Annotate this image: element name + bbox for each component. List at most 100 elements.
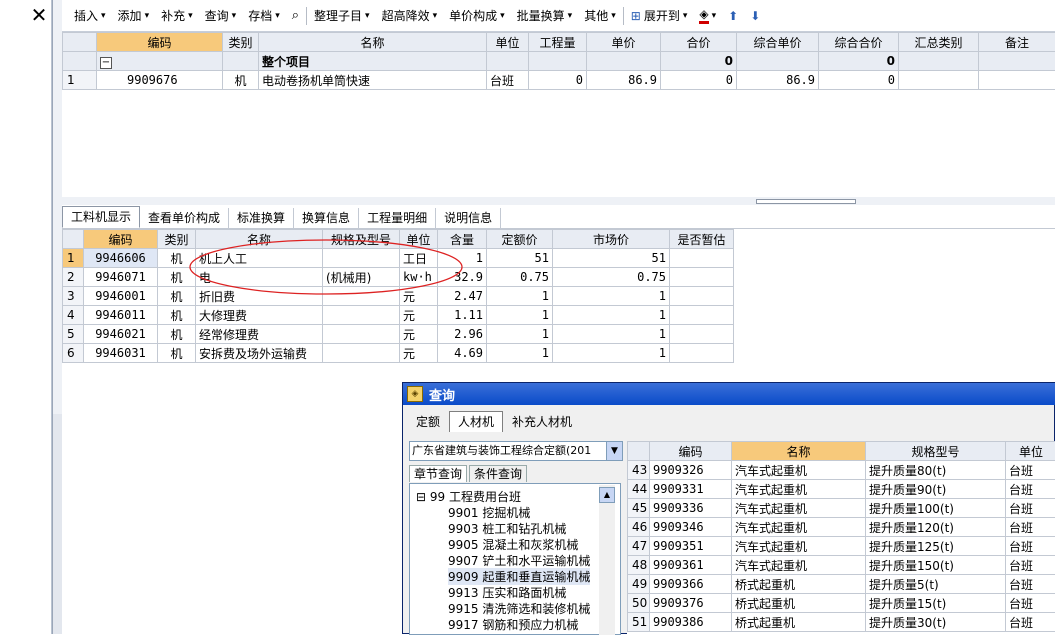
code-cell[interactable]: 9909331 [650, 480, 732, 499]
code-cell[interactable]: 9909361 [650, 556, 732, 575]
quota-price-cell[interactable]: 51 [487, 249, 553, 268]
batch-convert-menu[interactable]: 批量换算▾ [511, 5, 579, 27]
column-header[interactable]: 综合合价 [819, 33, 899, 52]
spec-cell[interactable]: 提升质量5(t) [866, 575, 1006, 594]
market-price-cell[interactable]: 51 [553, 249, 670, 268]
spec-cell[interactable] [323, 325, 400, 344]
close-icon[interactable]: ✕ [28, 4, 50, 26]
other-menu[interactable]: 其他▾ [578, 5, 622, 27]
code-cell[interactable]: 9909326 [650, 461, 732, 480]
height-reduce-menu[interactable]: 超高降效▾ [376, 5, 444, 27]
splitter-grip[interactable] [756, 199, 856, 204]
column-header[interactable]: 单位 [1006, 442, 1055, 461]
provisional-cell[interactable] [670, 249, 734, 268]
name-cell[interactable]: 汽车式起重机 [732, 518, 866, 537]
tree-collapse-icon[interactable]: ⊟ [416, 490, 426, 504]
name-cell[interactable]: 汽车式起重机 [732, 499, 866, 518]
provisional-cell[interactable] [670, 306, 734, 325]
code-cell[interactable]: 9909676 [97, 71, 223, 90]
tree-node[interactable]: 9917 钢筋和预应力机械 [448, 616, 578, 633]
table-row[interactable]: 509909376桥式起重机提升质量15(t)台班 [628, 594, 1055, 613]
tree-node[interactable]: 9903 桩工和钻孔机械 [448, 520, 566, 537]
market-price-cell[interactable]: 1 [553, 306, 670, 325]
fill-color-button[interactable]: ◈▾ [693, 5, 722, 27]
binoculars-button[interactable]: ⌕ [286, 5, 305, 27]
spec-cell[interactable]: 提升质量100(t) [866, 499, 1006, 518]
name-cell[interactable]: 汽车式起重机 [732, 480, 866, 499]
unit-cell[interactable]: 元 [400, 344, 438, 363]
quota-price-cell[interactable]: 1 [487, 325, 553, 344]
name-cell[interactable]: 安拆费及场外运输费 [196, 344, 323, 363]
table-row[interactable]: 5 9946021 机 经常修理费 元 2.96 1 1 [63, 325, 734, 344]
table-row[interactable]: 459909336汽车式起重机提升质量100(t)台班 [628, 499, 1055, 518]
table-row[interactable]: 449909331汽车式起重机提升质量90(t)台班 [628, 480, 1055, 499]
unit-cell[interactable]: 元 [400, 306, 438, 325]
comp-amount-cell[interactable]: 0 [819, 71, 899, 90]
unit-cell[interactable]: 台班 [1006, 461, 1055, 480]
spec-cell[interactable]: 提升质量30(t) [866, 613, 1006, 632]
market-price-cell[interactable]: 1 [553, 325, 670, 344]
name-cell[interactable]: 汽车式起重机 [732, 461, 866, 480]
unit-cell[interactable]: 台班 [1006, 594, 1055, 613]
tab-condition-query[interactable]: 条件查询 [469, 465, 527, 482]
column-header[interactable]: 市场价 [553, 230, 670, 249]
type-cell[interactable]: 机 [223, 71, 259, 90]
tab-chapter-query[interactable]: 章节查询 [409, 465, 467, 482]
code-cell[interactable]: 9946031 [84, 344, 158, 363]
qty-cell[interactable]: 2.96 [438, 325, 487, 344]
code-cell[interactable]: 9909386 [650, 613, 732, 632]
spec-cell[interactable]: 提升质量125(t) [866, 537, 1006, 556]
supplement-menu[interactable]: 补充▾ [155, 5, 199, 27]
tree-node[interactable]: 9901 挖掘机械 [448, 504, 530, 521]
spec-cell[interactable]: 提升质量15(t) [866, 594, 1006, 613]
code-cell[interactable]: 9909336 [650, 499, 732, 518]
query-menu[interactable]: 查询▾ [199, 5, 243, 27]
price-cell[interactable]: 86.9 [587, 71, 661, 90]
scroll-up-icon[interactable]: ▲ [599, 487, 615, 503]
column-header[interactable]: 编码 [650, 442, 732, 461]
code-cell[interactable]: 9946001 [84, 287, 158, 306]
table-row[interactable]: 489909361汽车式起重机提升质量150(t)台班 [628, 556, 1055, 575]
type-cell[interactable]: 机 [158, 325, 196, 344]
vertical-scrollbar[interactable] [52, 414, 62, 634]
code-cell[interactable]: 9946606 [84, 249, 158, 268]
type-cell[interactable]: 机 [158, 344, 196, 363]
name-cell[interactable]: 汽车式起重机 [732, 537, 866, 556]
dialog-title-bar[interactable]: ◈ 查询 [403, 383, 1055, 405]
unit-cell[interactable]: 台班 [1006, 480, 1055, 499]
name-cell[interactable]: 桥式起重机 [732, 594, 866, 613]
code-cell[interactable]: 9946011 [84, 306, 158, 325]
horizontal-splitter[interactable] [62, 197, 1055, 205]
unit-cell[interactable]: 台班 [1006, 537, 1055, 556]
name-cell[interactable]: 桥式起重机 [732, 575, 866, 594]
unit-cell[interactable]: 台班 [1006, 613, 1055, 632]
market-price-cell[interactable]: 0.75 [553, 268, 670, 287]
provisional-cell[interactable] [670, 287, 734, 306]
column-header[interactable]: 规格型号 [866, 442, 1006, 461]
table-row[interactable]: 519909386桥式起重机提升质量30(t)台班 [628, 613, 1055, 632]
unit-cell[interactable]: 台班 [487, 71, 529, 90]
unit-cell[interactable]: 台班 [1006, 556, 1055, 575]
group-row[interactable]: − 整个项目 0 0 [63, 52, 1055, 71]
provisional-cell[interactable] [670, 268, 734, 287]
organize-menu[interactable]: 整理子目▾ [308, 5, 376, 27]
code-cell[interactable]: 9909346 [650, 518, 732, 537]
spec-cell[interactable]: 提升质量150(t) [866, 556, 1006, 575]
move-down-button[interactable]: ⬇ [744, 5, 766, 27]
tab-quantity-detail[interactable]: 工程量明细 [359, 208, 436, 228]
column-header[interactable]: 合价 [661, 33, 737, 52]
add-menu[interactable]: 添加▾ [112, 5, 156, 27]
code-cell[interactable]: 9946021 [84, 325, 158, 344]
table-row[interactable]: 4 9946011 机 大修理费 元 1.11 1 1 [63, 306, 734, 325]
table-row[interactable]: 1 9909676 机 电动卷扬机单筒快速 台班 0 86.9 0 86.9 0 [63, 71, 1055, 90]
tab-labor-material-machine[interactable]: 人材机 [449, 411, 503, 432]
tree-node[interactable]: 9913 压实和路面机械 [448, 584, 566, 601]
unit-cell[interactable]: 台班 [1006, 575, 1055, 594]
tree-scrollbar[interactable] [599, 485, 615, 635]
spec-cell[interactable] [323, 344, 400, 363]
tab-unit-price-composition[interactable]: 查看单价构成 [140, 208, 229, 228]
name-cell[interactable]: 经常修理费 [196, 325, 323, 344]
name-cell[interactable]: 汽车式起重机 [732, 556, 866, 575]
column-header[interactable]: 工程量 [529, 33, 587, 52]
column-header[interactable]: 汇总类别 [899, 33, 979, 52]
